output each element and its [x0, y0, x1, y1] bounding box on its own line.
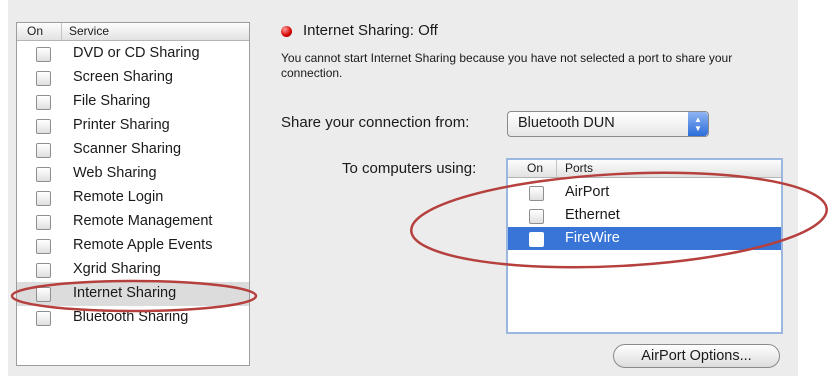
service-checkbox[interactable] [36, 71, 51, 86]
service-checkbox[interactable] [36, 311, 51, 326]
share-from-value: Bluetooth DUN [518, 115, 615, 131]
service-label: DVD or CD Sharing [73, 45, 200, 61]
port-checkbox[interactable] [529, 186, 544, 201]
port-label: FireWire [565, 230, 620, 246]
to-computers-label: To computers using: [342, 160, 477, 177]
service-label: Bluetooth Sharing [73, 309, 189, 325]
airport-options-button[interactable]: AirPort Options... [613, 344, 780, 368]
service-checkbox[interactable] [36, 215, 51, 230]
service-row-bluetooth-sharing[interactable]: Bluetooth Sharing [17, 306, 249, 330]
service-checkbox[interactable] [36, 167, 51, 182]
service-label: Xgrid Sharing [73, 261, 161, 277]
updown-arrows-icon: ▲ ▼ [688, 112, 708, 136]
service-row-printer-sharing[interactable]: Printer Sharing [17, 114, 249, 138]
service-checkbox[interactable] [36, 287, 51, 302]
status-title: Internet Sharing: Off [303, 22, 438, 39]
column-header-on[interactable]: On [527, 161, 543, 175]
service-checkbox[interactable] [36, 143, 51, 158]
service-list-header: On Service [17, 23, 249, 41]
status-indicator-icon [281, 26, 292, 37]
service-label: Screen Sharing [73, 69, 173, 85]
service-list[interactable]: On Service DVD or CD Sharing Screen Shar… [16, 22, 250, 366]
service-label: Scanner Sharing [73, 141, 182, 157]
column-divider [556, 160, 557, 177]
share-from-label: Share your connection from: [281, 114, 470, 131]
service-row-scanner-sharing[interactable]: Scanner Sharing [17, 138, 249, 162]
service-label: Remote Login [73, 189, 164, 205]
service-checkbox[interactable] [36, 239, 51, 254]
column-header-service[interactable]: Service [69, 24, 109, 38]
service-checkbox[interactable] [36, 119, 51, 134]
port-label: Ethernet [565, 207, 620, 223]
port-row-ethernet[interactable]: Ethernet [508, 204, 781, 227]
service-label: Web Sharing [73, 165, 157, 181]
service-checkbox[interactable] [36, 95, 51, 110]
service-label: Remote Management [73, 213, 213, 229]
service-checkbox[interactable] [36, 191, 51, 206]
service-row-internet-sharing[interactable]: Internet Sharing [17, 282, 249, 306]
service-row-remote-login[interactable]: Remote Login [17, 186, 249, 210]
column-divider [61, 23, 62, 40]
service-row-web-sharing[interactable]: Web Sharing [17, 162, 249, 186]
service-row-dvd-cd-sharing[interactable]: DVD or CD Sharing [17, 42, 249, 66]
port-checkbox[interactable] [529, 232, 544, 247]
ports-list-header: On Ports [508, 160, 781, 178]
port-checkbox[interactable] [529, 209, 544, 224]
status-description: You cannot start Internet Sharing becaus… [281, 51, 733, 80]
service-checkbox[interactable] [36, 263, 51, 278]
service-checkbox[interactable] [36, 47, 51, 62]
service-row-screen-sharing[interactable]: Screen Sharing [17, 66, 249, 90]
service-label: Internet Sharing [73, 285, 177, 301]
service-row-xgrid-sharing[interactable]: Xgrid Sharing [17, 258, 249, 282]
service-label: Printer Sharing [73, 117, 170, 133]
port-row-firewire[interactable]: FireWire [508, 227, 781, 250]
service-row-file-sharing[interactable]: File Sharing [17, 90, 249, 114]
ports-list[interactable]: On Ports AirPort Ethernet FireWire [506, 158, 783, 334]
service-label: File Sharing [73, 93, 151, 109]
column-header-on[interactable]: On [27, 24, 43, 38]
service-row-remote-management[interactable]: Remote Management [17, 210, 249, 234]
share-from-popup[interactable]: Bluetooth DUN ▲ ▼ [507, 111, 709, 137]
port-row-airport[interactable]: AirPort [508, 181, 781, 204]
port-label: AirPort [565, 184, 610, 200]
service-label: Remote Apple Events [73, 237, 213, 253]
service-row-remote-apple-events[interactable]: Remote Apple Events [17, 234, 249, 258]
column-header-ports[interactable]: Ports [565, 161, 593, 175]
